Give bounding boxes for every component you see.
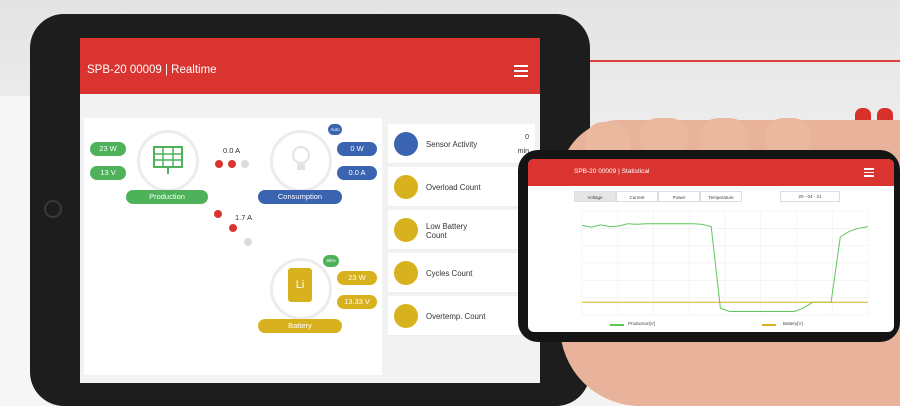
page-title: SPB-20 00009 | Realtime xyxy=(87,64,217,76)
battery-level-badge: 65% xyxy=(323,255,339,267)
flow-dot xyxy=(244,238,252,246)
tab-voltage[interactable]: Voltage xyxy=(574,191,616,202)
stat-label: Sensor Activity xyxy=(426,140,478,149)
decorative-line xyxy=(590,60,900,62)
consumption-current-badge: 0.0 A xyxy=(337,166,377,180)
solar-panel-icon xyxy=(153,146,183,174)
stat-value: 0 xyxy=(525,134,529,141)
voltage-chart xyxy=(581,210,869,316)
phone-page-title: SPB-20 00009 | Statistical xyxy=(574,168,650,175)
battery-icon: Li xyxy=(288,268,312,302)
legend-battery: Battery[V] xyxy=(783,321,803,326)
stat-row-cycles-count[interactable]: Cycles Count 16 xyxy=(388,253,535,293)
sensor-walk-icon xyxy=(394,132,418,156)
battery-label: Battery xyxy=(258,319,342,333)
battery-current: 1.7 A xyxy=(235,213,253,222)
flow-dot xyxy=(214,210,222,218)
energy-flow-card xyxy=(84,118,382,375)
stat-row-overload-count[interactable]: Overload Count 0 xyxy=(388,167,535,207)
date-picker[interactable]: 20 - 04 - 21 xyxy=(780,191,840,202)
flow-dot xyxy=(241,160,249,168)
stat-label: Low Battery Count xyxy=(426,222,468,240)
bolt-icon xyxy=(394,175,418,199)
auto-mode-badge[interactable]: Auto xyxy=(328,124,342,135)
consumption-label: Consumption xyxy=(258,190,342,204)
consumption-power-badge: 0 W xyxy=(337,142,377,156)
stat-label: Cycles Count xyxy=(426,269,473,278)
production-current: 0.0 A xyxy=(223,146,241,155)
battery-low-icon xyxy=(394,218,418,242)
light-bulb-icon xyxy=(292,146,310,170)
battery-type-label: Li xyxy=(295,279,305,291)
production-label: Production xyxy=(126,190,208,204)
stat-row-low-battery-count[interactable]: Low Battery Count 0 xyxy=(388,210,535,250)
stat-row-overtemp-count[interactable]: Overtemp. Count 0 xyxy=(388,296,535,336)
hamburger-menu-icon[interactable] xyxy=(864,168,874,179)
battery-cycle-icon xyxy=(394,261,418,285)
battery-temp-icon xyxy=(394,304,418,328)
date-value: 20 - 04 - 21 xyxy=(798,194,822,199)
stat-label: Overload Count xyxy=(426,183,481,192)
flow-dot xyxy=(215,160,223,168)
flow-dot xyxy=(228,160,236,168)
hamburger-menu-icon[interactable] xyxy=(514,65,528,80)
legend-production-swatch xyxy=(610,324,624,326)
battery-power-badge: 23 W xyxy=(337,271,377,285)
app-header: SPB-20 00009 | Realtime xyxy=(80,38,540,94)
legend-battery-swatch xyxy=(762,324,776,326)
tab-temperature[interactable]: Temperature xyxy=(700,191,742,202)
battery-voltage-badge: 13.33 V xyxy=(337,295,377,309)
phone-app-header: SPB-20 00009 | Statistical xyxy=(528,159,894,186)
production-power-badge: 23 W xyxy=(90,142,126,156)
tab-power[interactable]: Power xyxy=(658,191,700,202)
phone-screen: SPB-20 00009 | Statistical Voltage Curre… xyxy=(528,159,894,332)
chart-tabs: Voltage Current Power Temperature xyxy=(574,191,742,202)
flow-dot xyxy=(229,224,237,232)
production-voltage-badge: 13 V xyxy=(90,166,126,180)
stat-row-sensor-activity[interactable]: Sensor Activity 0 min xyxy=(388,124,535,164)
stat-label: Overtemp. Count xyxy=(426,312,486,321)
tablet-home-button[interactable] xyxy=(44,200,62,218)
legend-production: Production[V] xyxy=(628,321,656,326)
tab-current[interactable]: Current xyxy=(616,191,658,202)
